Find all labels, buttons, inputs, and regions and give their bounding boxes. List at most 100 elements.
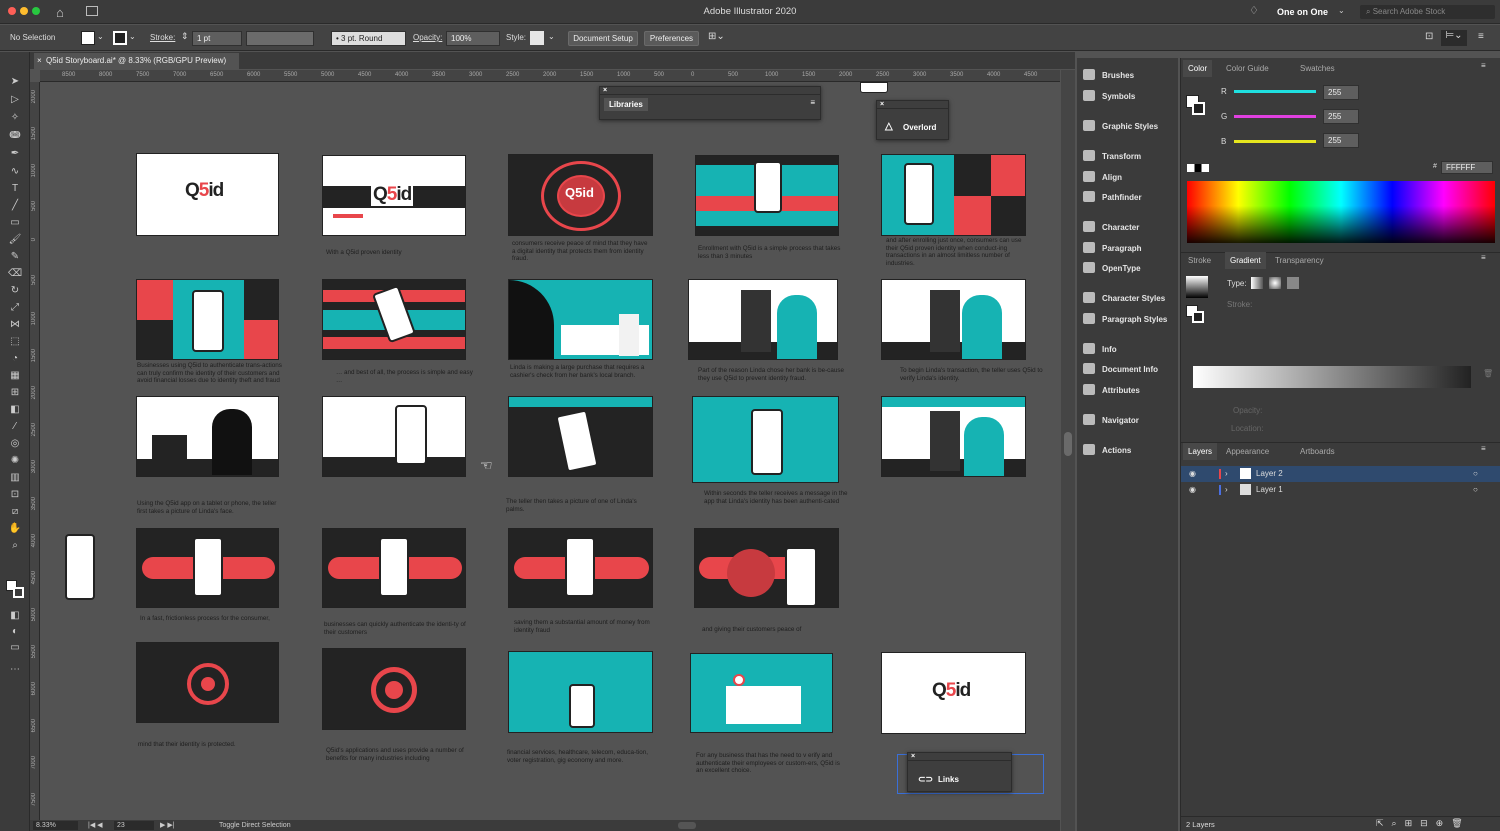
chevron-down-icon[interactable]: ⌄ [1338,6,1345,15]
artboard-21[interactable] [322,648,466,730]
none-black-white-swatches[interactable] [1187,164,1209,172]
horizontal-scroll-thumb[interactable] [678,822,696,829]
artboard-17[interactable] [322,528,466,608]
tab-gradient[interactable]: Gradient [1225,252,1266,269]
hex-field[interactable]: FFFFFF [1441,161,1493,174]
curvature-tool-icon[interactable]: ∿ [8,166,22,178]
type-tool-icon[interactable]: T [8,183,22,195]
gradient-preview[interactable] [1186,276,1208,298]
gradient-tool-icon[interactable]: ◧ [8,404,22,416]
lasso-tool-icon[interactable]: ↈ [8,130,22,142]
eyedropper-icon[interactable]: ⁄ [8,421,22,433]
color-spectrum[interactable] [1187,181,1495,243]
chevron-right-icon[interactable]: › [1225,466,1228,482]
document-info-panel-item[interactable]: Document Info [1083,362,1158,378]
stock-search-input[interactable]: ⌕ Search Adobe Stock [1360,5,1495,19]
character-styles-panel-item[interactable]: Character Styles [1083,291,1165,307]
stroke-swatch[interactable] [113,31,127,45]
tab-color[interactable]: Color [1183,60,1213,77]
chevron-right-icon[interactable]: › [1225,482,1228,498]
workspace-switcher[interactable]: One on One [1277,7,1328,17]
layer-name[interactable]: Layer 2 [1256,466,1283,482]
magic-wand-icon[interactable]: ✧ [8,112,22,124]
artboard-6[interactable] [136,279,279,360]
layer-row[interactable]: ◉ › Layer 2 ○ [1181,466,1500,482]
layer-actions-icons[interactable]: ⇱⌕⊞⊟⊕🗑 [1376,818,1471,829]
artboard-13[interactable] [508,396,653,477]
selection-tool-icon[interactable]: ➤ [8,76,22,88]
g-value-field[interactable]: 255 [1323,109,1359,124]
vertical-ruler[interactable]: 2000 1500 1000 500 0 500 1000 1500 2000 2500 3000 3… [30,82,40,820]
radial-gradient-icon[interactable] [1269,277,1281,289]
tab-color-guide[interactable]: Color Guide [1226,60,1269,77]
tab-layers[interactable]: Layers [1183,443,1218,460]
align-panel-item[interactable]: Align [1083,170,1122,186]
artboard-12[interactable] [322,396,466,477]
navigator-panel-item[interactable]: Navigator [1083,413,1139,429]
stroke-color-icon[interactable] [1192,102,1205,115]
document-setup-button[interactable]: Document Setup [568,31,638,46]
stroke-stepper-icon[interactable]: ⇕ [181,31,189,42]
blend-tool-icon[interactable]: ◎ [8,438,22,450]
artboard-number-field[interactable]: 23 [114,821,154,830]
gradient-slider[interactable] [1193,366,1471,388]
rotate-tool-icon[interactable]: ↻ [8,285,22,297]
stroke-color-icon[interactable] [1192,311,1204,323]
scale-tool-icon[interactable]: ⤢ [8,302,22,314]
panel-menu-icon[interactable]: ≡ [1481,61,1486,70]
lightbulb-icon[interactable]: ♢ [1249,4,1259,17]
freeform-gradient-icon[interactable] [1287,277,1299,289]
stroke-weight-field[interactable]: 1 pt [192,31,242,46]
mesh-tool-icon[interactable]: ⊞ [8,387,22,399]
close-icon[interactable]: × [877,101,948,109]
links-panel[interactable]: × ⊂⊃ Links [907,752,1012,792]
artboard-4[interactable] [695,155,839,236]
target-icon[interactable]: ○ [1473,466,1478,482]
artboard-22[interactable] [508,651,653,733]
info-panel-item[interactable]: Info [1083,342,1117,358]
opacity-label[interactable]: Opacity: [413,33,442,42]
panel-menu-icon[interactable]: ≡ [1481,444,1486,453]
opacity-field[interactable]: 100% [446,31,500,46]
panel-menu-icon[interactable]: ≡ [1481,253,1486,262]
artboard-3[interactable]: Q5id [508,154,653,236]
align-icon[interactable]: ⊨⌄ [1441,30,1467,46]
artboard-11[interactable] [136,396,279,477]
character-panel-item[interactable]: Character [1083,220,1139,236]
variable-width-profile[interactable] [246,31,314,46]
hand-tool-icon[interactable]: ✋ [8,523,22,535]
tab-stroke[interactable]: Stroke [1188,252,1211,269]
libraries-panel[interactable]: × Libraries ≡ [599,86,821,120]
shaper-tool-icon[interactable]: ✎ [8,251,22,263]
canvas[interactable]: Q5id Q5id With a Q5id proven identity Q5… [40,82,1060,820]
chevron-down-icon[interactable]: ⌄ [548,32,555,41]
perspective-grid-icon[interactable]: ▦ [8,370,22,382]
tab-artboards[interactable]: Artboards [1300,443,1335,460]
trash-icon[interactable]: 🗑 [1483,369,1493,378]
artboard-14[interactable] [692,396,839,483]
artboard-2[interactable]: Q5id [322,155,466,236]
paragraph-styles-panel-item[interactable]: Paragraph Styles [1083,312,1167,328]
drawing-mode-icon[interactable]: ◐ [8,626,22,638]
brush-definition-field[interactable]: • 3 pt. Round [331,31,406,46]
transform-panel-item[interactable]: Transform [1083,149,1141,165]
chevron-down-icon[interactable]: ⌄ [97,32,104,41]
panel-menu-icon[interactable]: ≡ [810,98,815,107]
artboard-7[interactable] [322,279,466,360]
layer-row[interactable]: ◉ › Layer 1 ○ [1181,482,1500,498]
phone-illustration[interactable] [65,534,95,600]
direct-selection-tool-icon[interactable]: ▷ [8,94,22,106]
rectangle-tool-icon[interactable]: ▭ [8,217,22,229]
paintbrush-tool-icon[interactable]: 🖌 [8,234,22,246]
tab-appearance[interactable]: Appearance [1226,443,1269,460]
color-mode-icon[interactable]: ◧ [8,610,22,622]
slice-tool-icon[interactable]: ⧄ [8,506,22,518]
close-icon[interactable]: × [600,87,820,95]
artboard-tool-icon[interactable]: ⊡ [8,489,22,501]
artboard-1[interactable]: Q5id [136,153,279,236]
fill-swatch[interactable] [81,31,95,45]
libraries-tab[interactable]: Libraries [604,98,648,111]
linear-gradient-icon[interactable] [1251,277,1263,289]
artboard-16[interactable] [136,528,279,608]
horizontal-ruler[interactable]: 8500 8000 7500 7000 6500 6000 5500 5000 4500 4000… [40,70,1060,82]
